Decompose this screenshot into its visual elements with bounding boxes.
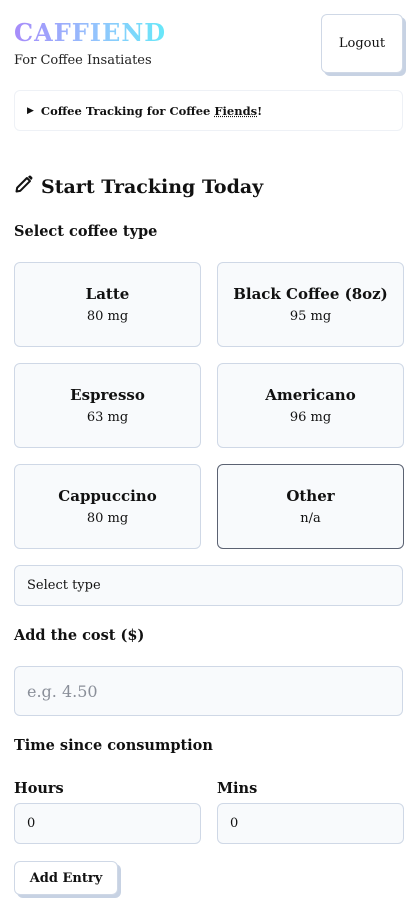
coffee-type-select-value: Select type <box>27 578 101 593</box>
details-summary-suffix: ! <box>257 103 263 118</box>
coffee-option-black-coffee[interactable]: Black Coffee (8oz) 95 mg <box>217 262 404 347</box>
app-tagline: For Coffee Insatiates <box>14 53 152 68</box>
coffee-option-caffeine: 95 mg <box>289 309 332 324</box>
coffee-option-name: Black Coffee (8oz) <box>233 285 388 303</box>
coffee-type-select[interactable]: Select type <box>14 565 403 606</box>
pencil-icon <box>14 174 41 199</box>
coffee-option-caffeine: 80 mg <box>86 511 129 526</box>
coffee-option-caffeine: n/a <box>300 511 321 526</box>
coffee-option-caffeine: 80 mg <box>86 309 129 324</box>
coffee-option-name: Espresso <box>70 386 145 404</box>
form-title: Start Tracking Today <box>14 174 263 199</box>
coffee-option-americano[interactable]: Americano 96 mg <box>217 363 404 448</box>
mins-label: Mins <box>217 780 258 797</box>
coffee-type-label: Select coffee type <box>14 223 158 240</box>
form-title-text: Start Tracking Today <box>41 175 264 198</box>
coffee-option-caffeine: 96 mg <box>289 410 332 425</box>
coffee-option-name: Other <box>286 487 335 505</box>
coffee-option-other[interactable]: Other n/a <box>217 464 404 549</box>
disclosure-triangle-icon: ▶ <box>27 105 34 116</box>
coffee-option-caffeine: 63 mg <box>86 410 129 425</box>
coffee-option-name: Latte <box>85 285 130 303</box>
logout-button[interactable]: Logout <box>321 14 403 73</box>
hours-label: Hours <box>14 780 64 797</box>
app-logo: CAFFIEND <box>14 18 167 47</box>
info-details-summary[interactable]: ▶ Coffee Tracking for Coffee Fiends! <box>14 90 403 131</box>
coffee-option-name: Americano <box>265 386 356 404</box>
time-since-label: Time since consumption <box>14 737 213 754</box>
mins-input[interactable] <box>217 803 404 844</box>
cost-input[interactable] <box>14 666 403 716</box>
coffee-option-name: Cappuccino <box>58 487 157 505</box>
details-summary-text: Coffee Tracking for Coffee Fiends! <box>41 104 262 118</box>
coffee-option-latte[interactable]: Latte 80 mg <box>14 262 201 347</box>
details-summary-emph: Fiends <box>214 103 258 118</box>
hours-input[interactable] <box>14 803 201 844</box>
coffee-option-cappuccino[interactable]: Cappuccino 80 mg <box>14 464 201 549</box>
cost-label: Add the cost ($) <box>14 627 145 644</box>
coffee-option-espresso[interactable]: Espresso 63 mg <box>14 363 201 448</box>
add-entry-button[interactable]: Add Entry <box>14 861 118 895</box>
details-summary-prefix: Coffee Tracking for Coffee <box>40 103 215 118</box>
